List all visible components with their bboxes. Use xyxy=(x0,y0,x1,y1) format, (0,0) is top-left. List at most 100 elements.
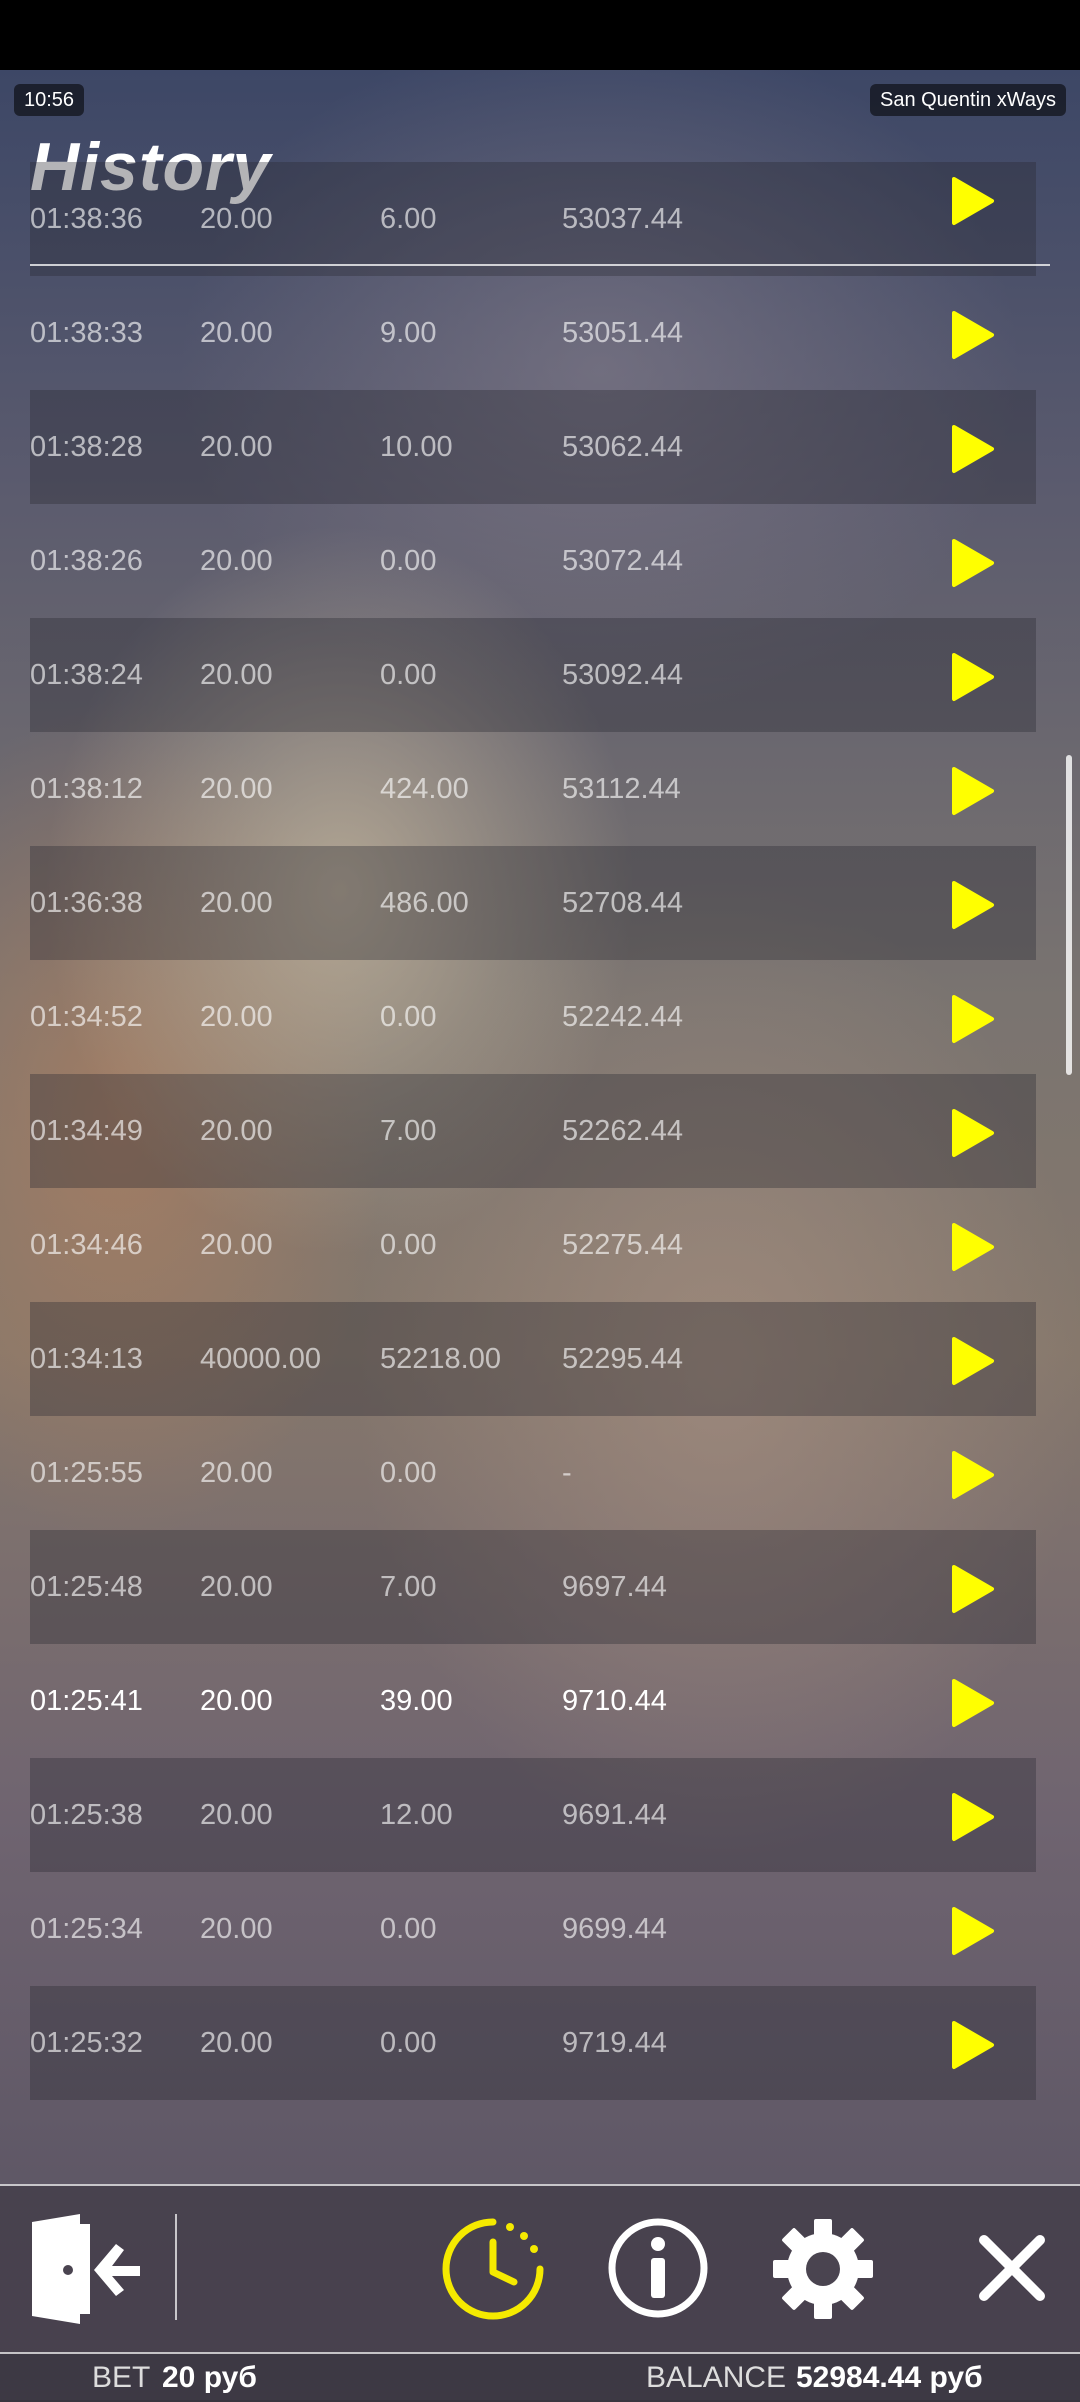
row-background xyxy=(30,1872,1036,1986)
row-time: 01:25:41 xyxy=(30,1685,143,1717)
row-background xyxy=(30,846,1036,960)
footer-bar: BET 20 руб BALANCE 52984.44 руб xyxy=(0,2352,1080,2402)
row-background xyxy=(30,732,1036,846)
table-row[interactable]: 01:38:12 20.00 424.00 53112.44 xyxy=(0,732,1080,846)
play-icon[interactable] xyxy=(950,1678,996,1728)
row-bet: 20.00 xyxy=(200,1685,273,1717)
row-win: 9.00 xyxy=(380,317,437,349)
row-win: 7.00 xyxy=(380,1571,437,1603)
history-clock-icon[interactable] xyxy=(440,2216,546,2322)
exit-door-icon[interactable] xyxy=(28,2214,148,2324)
bet-value: 20 руб xyxy=(162,2361,257,2394)
row-time: 01:34:49 xyxy=(30,1115,143,1147)
table-row[interactable]: 01:34:46 20.00 0.00 52275.44 xyxy=(0,1188,1080,1302)
row-balance: 52262.44 xyxy=(562,1115,683,1147)
row-time: 01:38:24 xyxy=(30,659,143,691)
row-win: 0.00 xyxy=(380,659,437,691)
table-row[interactable]: 01:38:24 20.00 0.00 53092.44 xyxy=(0,618,1080,732)
close-icon[interactable] xyxy=(976,2232,1048,2304)
clock-time: 10:56 xyxy=(14,84,85,116)
play-icon[interactable] xyxy=(950,1222,996,1272)
play-icon[interactable] xyxy=(950,994,996,1044)
row-balance: 52242.44 xyxy=(562,1001,683,1033)
table-row[interactable]: 01:38:36 20.00 6.00 53037.44 xyxy=(0,162,1080,276)
row-balance: 52708.44 xyxy=(562,887,683,919)
play-icon[interactable] xyxy=(950,1336,996,1386)
table-row[interactable]: 01:34:52 20.00 0.00 52242.44 xyxy=(0,960,1080,1074)
table-row[interactable]: 01:38:33 20.00 9.00 53051.44 xyxy=(0,276,1080,390)
row-bet: 20.00 xyxy=(200,1229,273,1261)
row-bet: 20.00 xyxy=(200,1913,273,1945)
play-icon[interactable] xyxy=(950,538,996,588)
row-win: 10.00 xyxy=(380,431,453,463)
bottom-toolbar xyxy=(0,2184,1080,2352)
scrollbar[interactable] xyxy=(1066,755,1072,1075)
table-row[interactable]: 01:25:48 20.00 7.00 9697.44 xyxy=(0,1530,1080,1644)
table-row[interactable]: 01:25:55 20.00 0.00 - xyxy=(0,1416,1080,1530)
row-time: 01:25:55 xyxy=(30,1457,143,1489)
table-row[interactable]: 01:34:49 20.00 7.00 52262.44 xyxy=(0,1074,1080,1188)
row-background xyxy=(30,276,1036,390)
row-balance: 53051.44 xyxy=(562,317,683,349)
play-icon[interactable] xyxy=(950,766,996,816)
table-row[interactable]: 01:38:26 20.00 0.00 53072.44 xyxy=(0,504,1080,618)
row-bet: 20.00 xyxy=(200,887,273,919)
row-win: 424.00 xyxy=(380,773,469,805)
play-icon[interactable] xyxy=(950,1108,996,1158)
play-icon[interactable] xyxy=(950,652,996,702)
row-time: 01:34:46 xyxy=(30,1229,143,1261)
system-status-bar xyxy=(0,0,1080,70)
table-row[interactable]: 01:25:41 20.00 39.00 9710.44 xyxy=(0,1644,1080,1758)
row-bet: 20.00 xyxy=(200,545,273,577)
row-background xyxy=(30,162,1036,276)
row-win: 6.00 xyxy=(380,203,437,235)
row-background xyxy=(30,618,1036,732)
play-icon[interactable] xyxy=(950,1450,996,1500)
row-time: 01:38:36 xyxy=(30,203,143,235)
table-row[interactable]: 01:36:38 20.00 486.00 52708.44 xyxy=(0,846,1080,960)
play-icon[interactable] xyxy=(950,176,996,226)
row-balance: 9710.44 xyxy=(562,1685,667,1717)
row-time: 01:25:32 xyxy=(30,2027,143,2059)
history-list[interactable]: 01:38:36 20.00 6.00 53037.44 01:38:33 20.00 9.… xyxy=(0,162,1080,2100)
row-background xyxy=(30,960,1036,1074)
info-icon[interactable] xyxy=(606,2216,710,2320)
row-time: 01:36:38 xyxy=(30,887,143,919)
row-time: 01:34:52 xyxy=(30,1001,143,1033)
row-bet: 20.00 xyxy=(200,659,273,691)
table-row[interactable]: 01:25:32 20.00 0.00 9719.44 xyxy=(0,1986,1080,2100)
row-bet: 20.00 xyxy=(200,431,273,463)
play-icon[interactable] xyxy=(950,1792,996,1842)
play-icon[interactable] xyxy=(950,880,996,930)
row-win: 39.00 xyxy=(380,1685,453,1717)
play-icon[interactable] xyxy=(950,310,996,360)
table-row[interactable]: 01:25:38 20.00 12.00 9691.44 xyxy=(0,1758,1080,1872)
row-time: 01:38:28 xyxy=(30,431,143,463)
play-icon[interactable] xyxy=(950,1906,996,1956)
play-icon[interactable] xyxy=(950,1564,996,1614)
table-row[interactable]: 01:38:28 20.00 10.00 53062.44 xyxy=(0,390,1080,504)
row-time: 01:34:13 xyxy=(30,1343,143,1375)
table-row[interactable]: 01:25:34 20.00 0.00 9699.44 xyxy=(0,1872,1080,1986)
play-icon[interactable] xyxy=(950,2020,996,2070)
row-bet: 20.00 xyxy=(200,1457,273,1489)
row-bet: 20.00 xyxy=(200,1571,273,1603)
row-win: 0.00 xyxy=(380,1229,437,1261)
row-time: 01:38:33 xyxy=(30,317,143,349)
row-time: 01:38:12 xyxy=(30,773,143,805)
row-time: 01:25:48 xyxy=(30,1571,143,1603)
row-win: 0.00 xyxy=(380,545,437,577)
row-win: 0.00 xyxy=(380,2027,437,2059)
settings-gear-icon[interactable] xyxy=(770,2216,876,2322)
row-bet: 20.00 xyxy=(200,2027,273,2059)
table-row[interactable]: 01:34:13 40000.00 52218.00 52295.44 xyxy=(0,1302,1080,1416)
balance-value: 52984.44 руб xyxy=(796,2361,983,2394)
row-time: 01:38:26 xyxy=(30,545,143,577)
row-background xyxy=(30,1758,1036,1872)
row-win: 7.00 xyxy=(380,1115,437,1147)
row-bet: 20.00 xyxy=(200,773,273,805)
play-icon[interactable] xyxy=(950,424,996,474)
row-balance: 52295.44 xyxy=(562,1343,683,1375)
row-background xyxy=(30,1644,1036,1758)
row-win: 12.00 xyxy=(380,1799,453,1831)
